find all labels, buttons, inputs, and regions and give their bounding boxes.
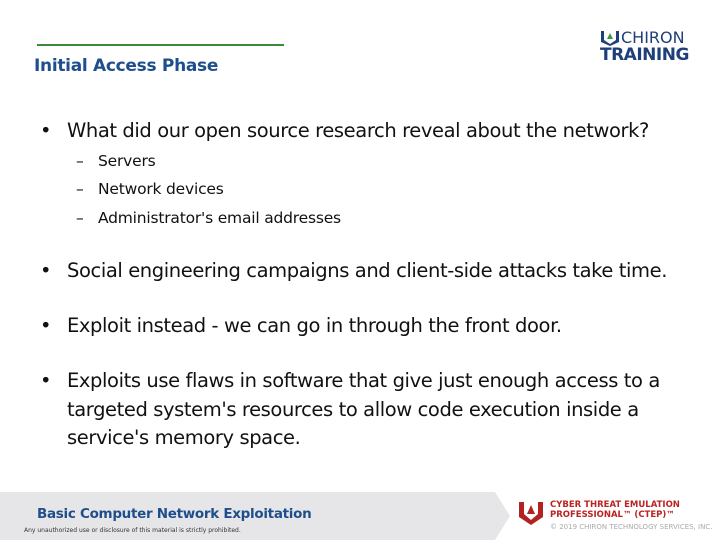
slide-title: Initial Access Phase: [34, 56, 219, 76]
sub-bullet: – Servers: [76, 152, 156, 170]
chiron-logo-icon: [601, 31, 619, 46]
bullet-1: • What did our open source research revea…: [40, 119, 649, 142]
chiron-training-logo: CHIRON TRAINING: [600, 28, 692, 68]
sub-bullet: – Network devices: [76, 180, 224, 198]
certification-name: CYBER THREAT EMULATION PROFESSIONAL™ (CT…: [550, 500, 680, 520]
bullet-3: • Exploit instead - we can go in through …: [40, 314, 562, 337]
logo-line2: TRAINING: [600, 45, 689, 65]
title-rule: [37, 44, 284, 46]
disclaimer: Any unauthorized use or disclosure of th…: [24, 527, 241, 534]
sub-bullet: – Administrator's email addresses: [76, 209, 341, 227]
course-name: Basic Computer Network Exploitation: [37, 506, 312, 522]
bullet-2: • Social engineering campaigns and client…: [40, 259, 668, 282]
bullet-4: • Exploits use flaws in software that giv…: [40, 369, 660, 449]
copyright: © 2019 CHIRON TECHNOLOGY SERVICES, INC.: [550, 523, 713, 531]
ctep-shield-icon: [519, 502, 543, 525]
